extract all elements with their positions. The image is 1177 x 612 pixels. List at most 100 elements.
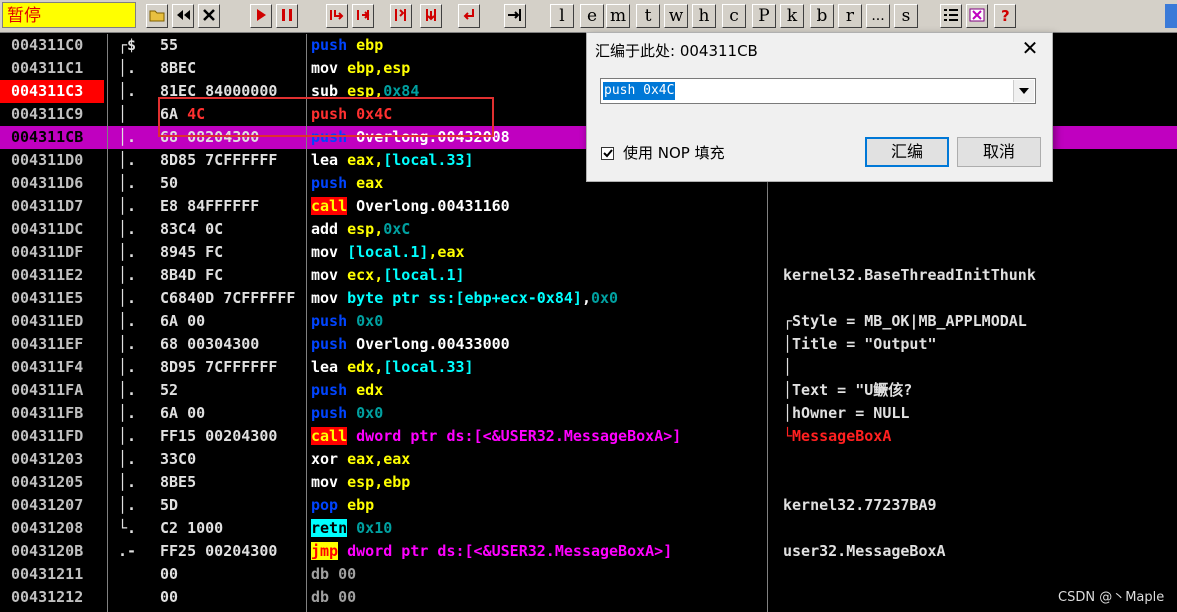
mnemonic: push — [311, 335, 348, 353]
trace-into-button[interactable] — [390, 4, 412, 28]
address-cell: 0043120B — [0, 540, 104, 563]
options-button[interactable] — [940, 4, 962, 28]
disasm-row[interactable]: 004311DC │. 83C4 0C add esp,0xC — [0, 218, 1177, 241]
disasm-row[interactable]: 004311DF │. 8945 FC mov [local.1],eax — [0, 241, 1177, 264]
pause-button[interactable] — [276, 4, 298, 28]
mnemonic: pop — [311, 496, 339, 514]
disasm-row[interactable]: 004311D7 │. E8 84FFFFFF call Overlong.00431… — [0, 195, 1177, 218]
goto-button[interactable] — [504, 4, 526, 28]
hex-bytes-cell: 8945 FC — [160, 243, 224, 261]
disasm-row[interactable]: 00431207 │. 5D pop ebp kernel32.77237BA9 — [0, 494, 1177, 517]
folder-icon — [147, 8, 167, 22]
disassembly-cell: db 00 — [311, 586, 771, 609]
nop-fill-label[interactable]: 使用 NOP 填充 — [623, 142, 725, 163]
hex-bytes-cell: 8BEC — [160, 59, 197, 77]
comment-cell: │Title = "Output" — [783, 335, 937, 353]
branch-marker: ┌$ — [118, 36, 137, 54]
close-icon[interactable]: ✕ — [1019, 37, 1041, 59]
address-cell: 00431208 — [0, 517, 104, 540]
patches-button[interactable]: P — [752, 4, 776, 28]
address-cell: 004311C1 — [0, 57, 104, 80]
disasm-row[interactable]: 004311EF │. 68 00304300 push Overlong.00433… — [0, 333, 1177, 356]
disasm-row[interactable]: 004311FB │. 6A 00 push 0x0 │hOwner = NULL — [0, 402, 1177, 425]
branch-marker: │. — [118, 404, 137, 422]
trace-over-button[interactable] — [420, 4, 442, 28]
operand: [local.33] — [383, 358, 474, 376]
branch-marker: │. — [118, 473, 137, 491]
operand: ebp — [338, 496, 375, 514]
executable-modules-button[interactable]: e — [580, 4, 604, 28]
disasm-row[interactable]: 004311F4 │. 8D95 7CFFFFFF lea edx,[local.33… — [0, 356, 1177, 379]
references-button[interactable]: r — [838, 4, 862, 28]
step-into-icon — [327, 8, 347, 22]
plugins-button[interactable] — [966, 4, 988, 28]
restart-button[interactable] — [172, 4, 194, 28]
run-button[interactable] — [250, 4, 272, 28]
assembly-input-text[interactable]: push 0x4C — [603, 82, 676, 100]
assembly-input-combo[interactable]: push 0x4C — [600, 78, 1036, 104]
disasm-row[interactable]: 00431212 00 db 00 — [0, 586, 1177, 609]
operand: dword ptr ds:[<&USER32.MessageBoxA>] — [347, 427, 682, 445]
source-button[interactable]: s — [894, 4, 918, 28]
grid-icon — [967, 8, 987, 22]
disasm-row[interactable]: 004311ED │. 6A 00 push 0x0 ┌Style = MB_OK|MB… — [0, 310, 1177, 333]
hex-bytes-cell: 81EC 84000000 — [160, 82, 278, 100]
run-trace-button[interactable]: ... — [866, 4, 890, 28]
open-file-button[interactable] — [146, 4, 168, 28]
cancel-button[interactable]: 取消 — [957, 137, 1041, 167]
close-debuggee-button[interactable] — [198, 4, 220, 28]
log-window-button[interactable]: l — [550, 4, 574, 28]
operand: 00 — [329, 565, 357, 583]
comment-cell: │Text = "U鳜侅? — [783, 381, 913, 399]
goto-arrow-icon — [505, 8, 525, 22]
disasm-row[interactable]: 004311FD │. FF15 00204300 call dword ptr ds… — [0, 425, 1177, 448]
rewind-icon — [173, 8, 193, 22]
disasm-row[interactable]: 00431205 │. 8BE5 mov esp,ebp — [0, 471, 1177, 494]
step-into-button[interactable] — [326, 4, 348, 28]
operand: dword ptr ds:[<&USER32.MessageBoxA>] — [338, 542, 673, 560]
hex-bytes-cell: 6A 4C — [160, 103, 302, 126]
disassembly-cell: call Overlong.00431160 — [311, 195, 771, 218]
branch-marker: └. — [118, 519, 137, 537]
address-cell: 004311C9 — [0, 103, 104, 126]
assemble-button[interactable]: 汇编 — [865, 137, 949, 167]
disasm-row[interactable]: 00431203 │. 33C0 xor eax,eax — [0, 448, 1177, 471]
operand: Overlong.00432008 — [347, 128, 510, 146]
address-cell: 004311C3 — [0, 80, 104, 103]
handles-button[interactable]: h — [692, 4, 716, 28]
memory-map-button[interactable]: m — [606, 4, 630, 28]
disasm-row[interactable]: 00431208 └. C2 1000 retn 0x10 — [0, 517, 1177, 540]
toolbar: 暂停 l e m t w h c P k b r ... s ? — [0, 0, 1177, 33]
help-button[interactable]: ? — [994, 4, 1016, 28]
address-cell: 004311C0 — [0, 34, 104, 57]
disassembly-cell: push edx — [311, 379, 771, 402]
disassembly-cell: jmp dword ptr ds:[<&USER32.MessageBoxA>] — [311, 540, 771, 563]
mnemonic: mov — [311, 243, 339, 261]
dropdown-button[interactable] — [1013, 80, 1034, 102]
threads-button[interactable]: t — [636, 4, 660, 28]
call-stack-button[interactable]: k — [780, 4, 804, 28]
list-icon — [941, 8, 961, 22]
cpu-button[interactable]: c — [722, 4, 746, 28]
disasm-row[interactable]: 004311FA │. 52 push edx │Text = "U鳜侅? — [0, 379, 1177, 402]
disasm-row[interactable]: 004311E5 │. C6840D 7CFFFFFF mov byte ptr ss… — [0, 287, 1177, 310]
disassembly-cell: call dword ptr ds:[<&USER32.MessageBoxA>… — [311, 425, 771, 448]
step-over-icon — [353, 8, 373, 22]
disasm-row[interactable]: 0043120B .- FF25 00204300 jmp dword ptr ds… — [0, 540, 1177, 563]
comment-cell: │ — [783, 358, 793, 376]
disasm-row[interactable]: 004311E2 │. 8B4D FC mov ecx,[local.1] kernel… — [0, 264, 1177, 287]
mnemonic: push — [311, 36, 348, 54]
address-cell: 004311DF — [0, 241, 104, 264]
breakpoints-button[interactable]: b — [810, 4, 834, 28]
hex-bytes-cell: 8D95 7CFFFFFF — [160, 358, 278, 376]
branch-marker — [112, 586, 152, 609]
execute-till-return-button[interactable] — [458, 4, 480, 28]
nop-fill-checkbox[interactable] — [601, 147, 614, 160]
disasm-row[interactable]: 00431211 00 db 00 — [0, 563, 1177, 586]
step-over-button[interactable] — [352, 4, 374, 28]
windows-button[interactable]: w — [664, 4, 688, 28]
branch-marker — [112, 563, 152, 586]
mnemonic: push — [311, 128, 348, 146]
mnemonic: add — [311, 220, 339, 238]
address-cell: 004311D0 — [0, 149, 104, 172]
